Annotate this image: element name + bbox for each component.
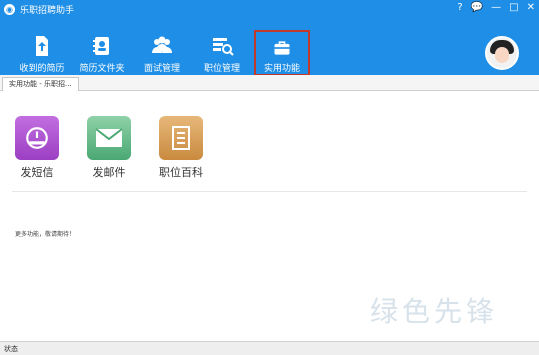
resume-upload-icon — [36, 36, 48, 56]
tool-utilities[interactable]: 实用功能 — [254, 30, 310, 76]
minimize-button[interactable]: — — [491, 2, 501, 13]
tool-job-management[interactable]: 职位管理 — [194, 28, 250, 76]
group-people-icon — [152, 36, 172, 53]
window-controls: ? 💬 — □ ✕ — [457, 2, 535, 13]
header-bar: ◉ 乐职招聘助手 ? 💬 — □ ✕ 收到的简历 简历文件夹 面试管理 职位管理… — [0, 0, 539, 76]
briefcase-icon — [274, 41, 290, 55]
tool-interview-management[interactable]: 面试管理 — [134, 28, 190, 76]
status-text: 状态 — [4, 345, 18, 353]
encyclopedia-icon — [159, 116, 203, 160]
sms-icon — [15, 116, 59, 160]
content-divider — [12, 191, 527, 192]
maximize-button[interactable]: □ — [509, 2, 518, 13]
feature-send-email[interactable]: 发邮件 — [87, 116, 131, 180]
tool-label: 职位管理 — [203, 64, 240, 74]
feature-label: 发邮件 — [92, 166, 126, 179]
status-bar: 状态 — [0, 341, 539, 355]
message-button[interactable]: 💬 — [471, 2, 483, 13]
tool-label: 面试管理 — [143, 64, 180, 74]
watermark: 绿色先锋 — [370, 295, 499, 328]
tab-bar: 实用功能 - 乐职招... — [0, 75, 539, 91]
help-button[interactable]: ? — [457, 2, 462, 13]
main-toolbar: 收到的简历 简历文件夹 面试管理 职位管理 实用功能 — [14, 28, 310, 76]
title-bar: ◉ 乐职招聘助手 — [0, 0, 74, 18]
feature-label: 职位百科 — [159, 166, 203, 179]
tab-utilities[interactable]: 实用功能 - 乐职招... — [2, 77, 79, 91]
feature-grid: 发短信 发邮件 职位百科 — [15, 116, 203, 180]
user-avatar[interactable] — [485, 36, 519, 70]
tool-label: 实用功能 — [263, 64, 300, 74]
tool-label: 简历文件夹 — [79, 64, 125, 74]
more-features-text: 更多功能，敬请期待！ — [15, 231, 76, 238]
app-title: 乐职招聘助手 — [20, 5, 75, 16]
close-button[interactable]: ✕ — [527, 2, 535, 13]
tool-received-resumes[interactable]: 收到的简历 — [14, 28, 70, 76]
feature-label: 发短信 — [20, 166, 54, 179]
tool-label: 收到的简历 — [19, 64, 65, 74]
app-logo-icon: ◉ — [4, 3, 15, 15]
feature-job-encyclopedia[interactable]: 职位百科 — [159, 116, 203, 180]
contacts-folder-icon — [93, 37, 109, 55]
mail-icon — [87, 116, 131, 160]
job-search-icon — [213, 38, 234, 56]
feature-send-sms[interactable]: 发短信 — [15, 116, 59, 180]
app-window: ◉ 乐职招聘助手 ? 💬 — □ ✕ 收到的简历 简历文件夹 面试管理 职位管理… — [0, 0, 539, 355]
tool-resume-folder[interactable]: 简历文件夹 — [74, 28, 130, 76]
